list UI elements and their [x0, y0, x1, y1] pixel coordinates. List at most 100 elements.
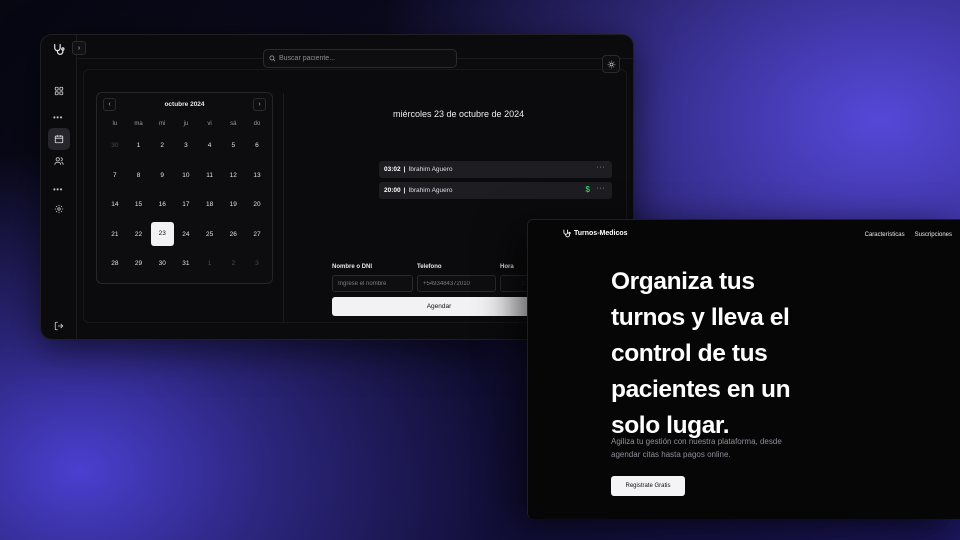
calendar-day[interactable]: 14	[103, 201, 127, 208]
calendar-day[interactable]: 2	[221, 260, 245, 267]
calendar-day[interactable]: 7	[103, 172, 127, 179]
selected-day-title: miércoles 23 de octubre de 2024	[393, 109, 525, 119]
calendar-day[interactable]: 17	[174, 201, 198, 208]
nav-link-subscriptions[interactable]: Suscripciones	[915, 232, 952, 238]
calendar-next-button[interactable]: ›	[253, 98, 266, 111]
weekday-label: sá	[230, 121, 237, 127]
weekday-label: lu	[112, 121, 118, 127]
calendar-day-number: 21	[111, 230, 119, 238]
calendar-day-number: 13	[253, 171, 261, 179]
panel-divider	[283, 93, 284, 323]
sidebar-item-dashboard[interactable]	[48, 80, 70, 102]
calendar-day-number: 15	[134, 201, 143, 209]
more-options-icon[interactable]: ···	[597, 164, 606, 171]
calendar-day[interactable]: 5	[221, 142, 245, 149]
calendar-day[interactable]: 26	[221, 231, 245, 238]
calendar-day[interactable]: 27	[245, 231, 269, 238]
calendar-weekday-row: lu ma mi ju vi sá do	[103, 117, 269, 131]
hero-title-line: control de tus	[611, 340, 768, 367]
calendar-day[interactable]: 9	[150, 172, 174, 179]
calendar-day-number: 2	[231, 260, 236, 268]
calendar-day[interactable]: 3	[174, 142, 198, 149]
calendar-day-number: 27	[253, 230, 261, 238]
calendar-day[interactable]: 16	[150, 201, 174, 208]
calendar-week-row: 21 22 23 24 25 26 27	[103, 220, 269, 250]
calendar-day[interactable]: 11	[198, 172, 222, 179]
hero-title: Organiza tus turnos y lleva el control d…	[611, 264, 851, 444]
calendar-day-number: 31	[182, 260, 190, 268]
calendar-day-number: 18	[205, 201, 214, 209]
calendar-day-number: 4	[207, 142, 212, 150]
calendar-day[interactable]: 8	[127, 172, 151, 179]
calendar-day-number: 3	[184, 142, 188, 150]
calendar-day-number: 29	[134, 260, 143, 268]
schedule-button[interactable]: Agendar	[332, 297, 546, 316]
search-box[interactable]	[263, 49, 457, 68]
calendar-day-number: 5	[231, 142, 236, 150]
calendar-day[interactable]: 2	[150, 142, 174, 149]
calendar-day[interactable]: 3	[245, 260, 269, 267]
calendar-day[interactable]: 10	[174, 172, 198, 179]
calendar-day-number: 26	[229, 230, 237, 238]
calendar-day[interactable]: 15	[127, 201, 151, 208]
calendar-day[interactable]: 25	[198, 231, 222, 238]
appointment-patient: Ibrahim Aguero	[408, 166, 453, 173]
sidebar: ••• •••	[41, 35, 77, 339]
calendar-day[interactable]: 18	[198, 201, 222, 208]
weekday-label: vi	[207, 121, 212, 127]
calendar-week-row: 30 1 2 3 4 5 6	[103, 131, 269, 161]
calendar-day[interactable]: 29	[127, 260, 151, 267]
appointment-row[interactable]: 20:00 | Ibrahim Aguero $ ···	[379, 182, 612, 199]
calendar-week-row: 7 8 9 10 11 12 13	[103, 161, 269, 191]
calendar-day-selected[interactable]: 23	[150, 222, 174, 247]
calendar-day-number: 16	[158, 201, 166, 209]
calendar-day[interactable]: 28	[103, 260, 127, 267]
calendar-day[interactable]: 31	[174, 260, 198, 267]
brand-name: Turnos-Medicos	[574, 230, 628, 237]
calendar-day-number: 17	[182, 201, 190, 209]
calendar-day-number: 24	[182, 230, 190, 238]
calendar-day[interactable]: 21	[103, 231, 127, 238]
calendar-day-number: 23	[150, 222, 174, 247]
chevron-right-icon: ›	[258, 101, 261, 108]
calendar-day[interactable]: 22	[127, 231, 151, 238]
search-input[interactable]	[279, 55, 439, 62]
calendar-day[interactable]: 1	[198, 260, 222, 267]
hero-subtitle: Agiliza tu gestión con nuestra plataform…	[611, 437, 782, 459]
calendar-day-number: 1	[136, 142, 141, 150]
calendar-day[interactable]: 12	[221, 172, 245, 179]
appointment-separator: |	[403, 166, 406, 173]
calendar-day[interactable]: 24	[174, 231, 198, 238]
calendar-week-row: 28 29 30 31 1 2 3	[103, 249, 269, 279]
name-input[interactable]	[332, 275, 413, 292]
calendar-day-number: 14	[111, 201, 119, 209]
calendar-day-number: 10	[182, 171, 190, 179]
calendar-icon	[54, 135, 64, 144]
appointment-row[interactable]: 03:02 | Ibrahim Aguero ···	[379, 161, 612, 178]
calendar-day[interactable]: 6	[245, 142, 269, 149]
landing-nav: Características Suscripciones	[865, 232, 952, 238]
appointment-separator: |	[403, 187, 406, 194]
hero-title-line: turnos y lleva el	[611, 304, 790, 331]
hero-title-line: pacientes en un	[611, 376, 791, 403]
calendar-day[interactable]: 30	[150, 260, 174, 267]
calendar-day[interactable]: 13	[245, 172, 269, 179]
settings-icon	[54, 204, 64, 214]
name-label: Nombre o DNI	[332, 264, 373, 270]
calendar-day[interactable]: 20	[245, 201, 269, 208]
calendar-day[interactable]: 30	[103, 142, 127, 149]
calendar-day[interactable]: 19	[221, 201, 245, 208]
calendar-day[interactable]: 4	[198, 142, 222, 149]
sidebar-item-patients[interactable]	[48, 150, 70, 172]
nav-link-features[interactable]: Características	[865, 232, 905, 238]
phone-input[interactable]	[417, 275, 496, 292]
paid-dollar-icon: $	[585, 185, 590, 194]
register-free-button[interactable]: Registrate Gratis	[611, 476, 685, 496]
brand[interactable]: Turnos-Medicos	[562, 229, 628, 238]
calendar-day[interactable]: 1	[127, 142, 151, 149]
calendar-day-number: 7	[113, 171, 117, 179]
more-options-icon[interactable]: ···	[597, 185, 606, 192]
sidebar-item-settings[interactable]	[48, 198, 70, 220]
sidebar-item-calendar[interactable]	[48, 128, 70, 150]
sidebar-item-logout[interactable]	[48, 315, 70, 337]
